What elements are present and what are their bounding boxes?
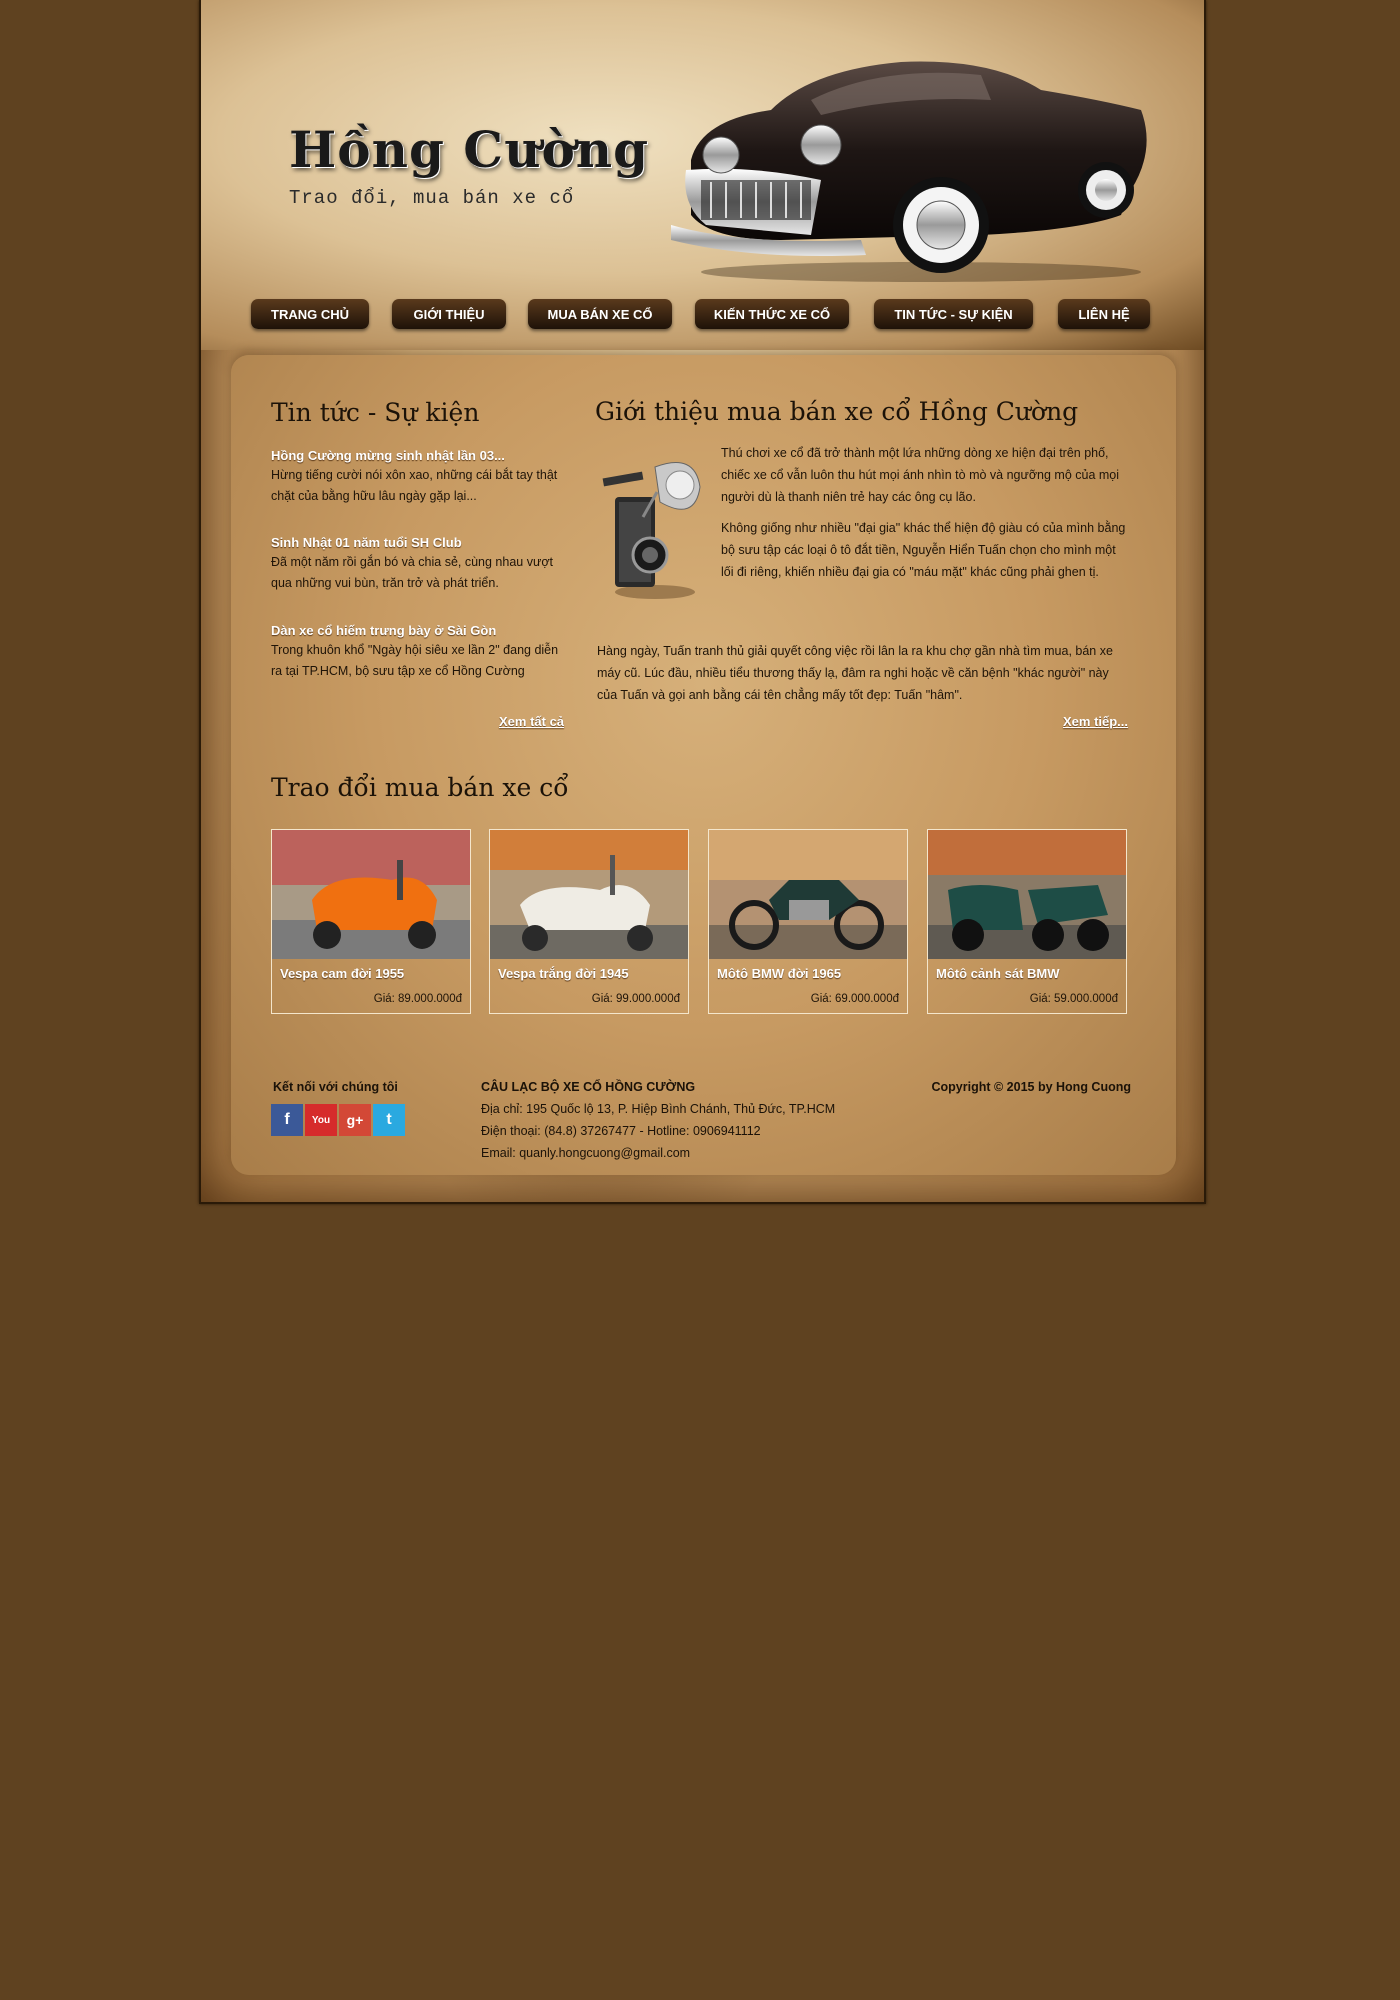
nav-buy-sell[interactable]: MUA BÁN XE CỔ — [528, 299, 672, 329]
club-name: CÂU LẠC BỘ XE CỔ HỒNG CƯỜNG — [481, 1080, 696, 1094]
site-logo[interactable]: Hồng Cường Trao đổi, mua bán xe cổ — [289, 120, 649, 209]
product-price: Giá: 59.000.000đ — [1029, 993, 1118, 1005]
product-price: Giá: 89.000.000đ — [373, 993, 462, 1005]
product-thumbnail[interactable] — [709, 830, 907, 959]
nav-news[interactable]: TIN TỨC - SỰ KIỆN — [874, 299, 1033, 329]
nav-knowledge[interactable]: KIẾN THỨC XE CỔ — [695, 299, 849, 329]
product-name[interactable]: Vespa cam đời 1955 — [280, 966, 404, 981]
facebook-icon[interactable]: f — [271, 1104, 303, 1136]
facebook-glyph: f — [284, 1111, 290, 1128]
intro-paragraph-2: Không giống như nhiều "đại gia" khác thể… — [721, 521, 1126, 579]
nav-contact[interactable]: LIÊN HỆ — [1058, 299, 1150, 329]
news-item-desc: Hừng tiếng cười nói xôn xao, những cái b… — [271, 468, 558, 503]
news-section-title: Tin tức - Sự kiện — [271, 398, 480, 427]
youtube-icon[interactable]: You — [305, 1104, 337, 1136]
product-card[interactable]: Môtô cảnh sát BMW Giá: 59.000.000đ — [927, 829, 1127, 1014]
social-connect-label: Kết nối với chúng tôi — [273, 1080, 398, 1094]
product-card[interactable]: Vespa cam đời 1955 Giá: 89.000.000đ — [271, 829, 471, 1014]
vintage-camera-image — [602, 462, 701, 599]
main-nav: TRANG CHỦ GIỚI THIỆU MUA BÁN XE CỔ KIẾN … — [201, 299, 1204, 331]
product-price: Giá: 99.000.000đ — [591, 993, 680, 1005]
logo-subtitle: Trao đổi, mua bán xe cổ — [289, 187, 575, 209]
googleplus-glyph: g+ — [346, 1112, 364, 1128]
products-section-title: Trao đổi mua bán xe cổ — [271, 773, 569, 802]
club-address: Địa chỉ: 195 Quốc lộ 13, P. Hiệp Bình Ch… — [481, 1102, 836, 1116]
product-card[interactable]: Môtô BMW đời 1965 Giá: 69.000.000đ — [708, 829, 908, 1014]
product-thumbnail[interactable] — [928, 830, 1126, 959]
product-thumbnail[interactable] — [272, 830, 470, 959]
news-view-all-link[interactable]: Xem tất cả — [499, 714, 564, 729]
news-item: Hồng Cường mừng sinh nhật lần 03... Hừng… — [271, 448, 571, 507]
copyright-text: Copyright © 2015 by Hong Cuong — [931, 1080, 1132, 1094]
news-item: Dàn xe cổ hiếm trưng bày ở Sài Gòn Trong… — [271, 623, 571, 682]
news-item-title[interactable]: Sinh Nhật 01 năm tuổi SH Club — [271, 535, 571, 550]
product-price: Giá: 69.000.000đ — [810, 993, 899, 1005]
youtube-glyph: You — [311, 1114, 331, 1126]
twitter-icon[interactable]: t — [373, 1104, 405, 1136]
twitter-glyph: t — [386, 1111, 392, 1128]
news-item-title[interactable]: Hồng Cường mừng sinh nhật lần 03... — [271, 448, 571, 463]
googleplus-icon[interactable]: g+ — [339, 1104, 371, 1136]
intro-paragraph-3: Hàng ngày, Tuấn tranh thủ giải quyết côn… — [597, 644, 1113, 702]
product-name[interactable]: Môtô BMW đời 1965 — [717, 966, 841, 981]
news-item-title[interactable]: Dàn xe cổ hiếm trưng bày ở Sài Gòn — [271, 623, 571, 638]
intro-read-more-link[interactable]: Xem tiếp... — [1063, 714, 1128, 729]
club-phone: Điện thoại: (84.8) 37267477 - Hotline: 0… — [481, 1124, 761, 1138]
news-item-desc: Trong khuôn khổ "Ngày hội siêu xe lần 2"… — [271, 643, 559, 678]
news-item-desc: Đã một năm rồi gắn bó và chia sẻ, cùng n… — [271, 555, 553, 590]
intro-paragraph-1: Thú chơi xe cổ đã trở thành một lứa nhữn… — [721, 446, 1120, 504]
news-item: Sinh Nhật 01 năm tuổi SH Club Đã một năm… — [271, 535, 571, 594]
product-name[interactable]: Vespa trắng đời 1945 — [498, 966, 629, 981]
product-name[interactable]: Môtô cảnh sát BMW — [936, 966, 1060, 981]
logo-title: Hồng Cường — [289, 120, 650, 179]
product-thumbnail[interactable] — [490, 830, 688, 959]
product-card[interactable]: Vespa trắng đời 1945 Giá: 99.000.000đ — [489, 829, 689, 1014]
nav-home[interactable]: TRANG CHỦ — [251, 299, 369, 329]
intro-section-title: Giới thiệu mua bán xe cổ Hồng Cường — [595, 397, 1079, 426]
club-email[interactable]: Email: quanly.hongcuong@gmail.com — [481, 1142, 690, 1164]
vintage-car-image — [671, 61, 1147, 282]
page-container: Hồng Cường Trao đổi, mua bán xe cổ TRANG… — [199, 0, 1206, 1204]
nav-about[interactable]: GIỚI THIỆU — [392, 299, 506, 329]
